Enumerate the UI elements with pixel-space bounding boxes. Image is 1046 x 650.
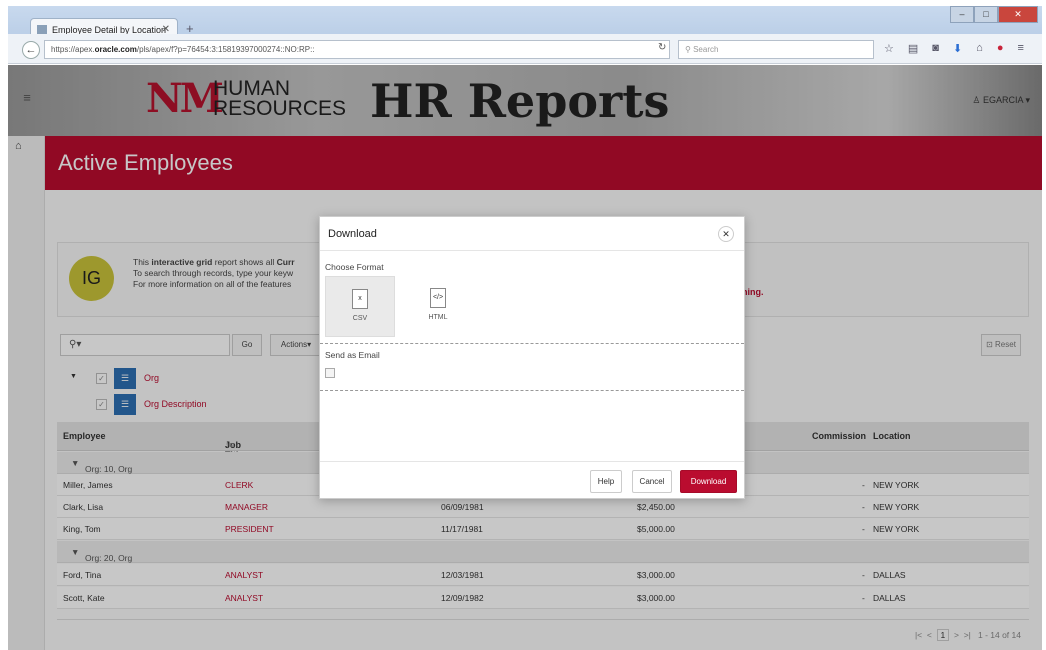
choose-format-label: Choose Format [325,262,384,272]
pocket-icon[interactable]: ◙ [932,42,939,55]
url-prefix: https://apex. [51,45,95,54]
reload-icon[interactable]: ↻ [658,42,666,53]
dialog-footer-divider [320,461,744,462]
reading-list-icon[interactable]: ▤ [908,42,918,55]
html-file-icon: </> [430,288,446,308]
window-close-icon[interactable]: ✕ [998,6,1038,23]
browser-menu-icon[interactable]: ≡ [1017,42,1023,55]
tab-title: Employee Detail by Location [52,24,167,35]
url-path: /pls/apex/f?p=76454:3:15819397000274::NO… [136,45,315,54]
dialog-divider [320,250,744,251]
send-as-email-checkbox[interactable] [325,368,335,378]
format-label-html: HTML [428,314,448,321]
browser-navbar: ← https://apex.oracle.com/pls/apex/f?p=7… [8,34,1042,64]
maximize-icon[interactable]: □ [974,6,998,23]
format-option-csv[interactable]: x CSV [325,276,395,337]
dialog-divider [320,390,744,391]
dialog-divider [320,343,744,344]
search-icon: ⚲ [685,45,691,54]
close-icon[interactable]: ✕ [718,226,734,242]
browser-toolbar-icons: ☆ ▤ ◙ ⬇ ⌂ ● ≡ [884,42,1024,55]
format-label-csv: CSV [352,315,368,322]
cancel-button[interactable]: Cancel [632,470,672,493]
window-controls: – □ ✕ [950,6,1038,23]
download-button[interactable]: Download [680,470,737,493]
csv-file-icon: x [352,289,368,309]
search-placeholder: Search [693,45,719,54]
help-button[interactable]: Help [590,470,622,493]
url-domain: oracle.com [94,45,137,54]
home-icon[interactable]: ⌂ [976,42,983,55]
bookmark-star-icon[interactable]: ☆ [884,42,894,55]
send-as-email-label: Send as Email [325,350,380,360]
minimize-icon[interactable]: – [950,6,974,23]
download-dialog: Download ✕ Choose Format x CSV </> HTML … [319,216,745,499]
back-arrow-icon[interactable]: ← [22,41,40,59]
page-favicon-icon [37,24,47,35]
download-arrow-icon[interactable]: ⬇ [953,42,962,55]
browser-search-input[interactable]: ⚲ Search [678,40,874,59]
pinterest-icon[interactable]: ● [997,42,1004,55]
address-bar[interactable]: https://apex.oracle.com/pls/apex/f?p=764… [44,40,670,59]
dialog-title: Download [328,228,377,240]
format-option-html[interactable]: </> HTML [403,276,473,337]
